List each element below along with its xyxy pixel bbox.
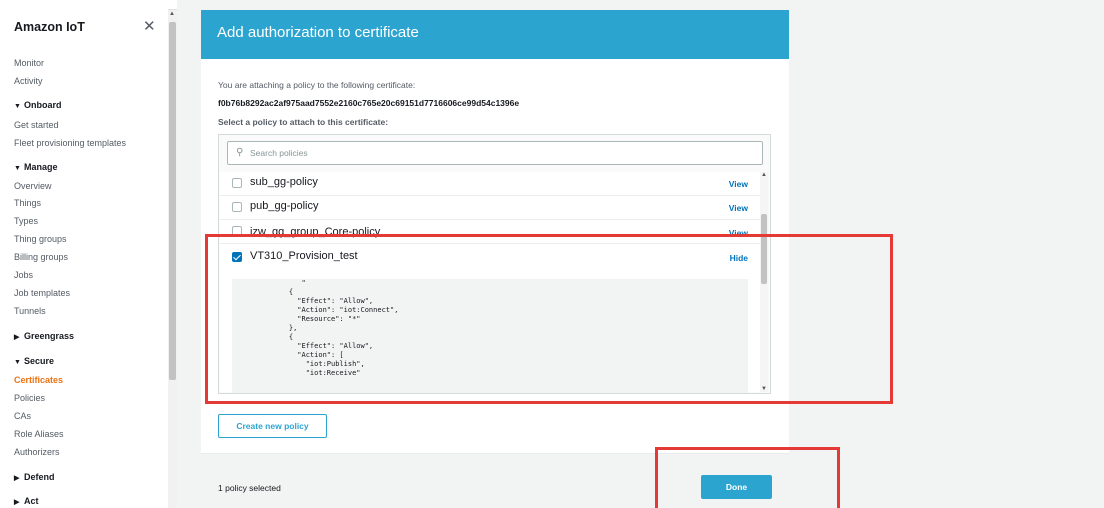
sidebar-scrollbar[interactable]: ▲ [168, 10, 177, 508]
sidebar-section-label: Onboard [24, 100, 62, 110]
policy-checkbox[interactable] [232, 226, 242, 236]
sidebar-item-certificates[interactable]: Certificates [14, 375, 63, 385]
scrollbar-thumb[interactable] [169, 22, 176, 380]
policy-name: pub_gg-policy [250, 200, 319, 212]
scroll-up-arrow-icon[interactable]: ▲ [761, 172, 767, 178]
sidebar-section-secure[interactable]: ▼ Secure [14, 356, 54, 366]
modal-header: Add authorization to certificate [201, 10, 789, 59]
attaching-text: You are attaching a policy to the follow… [218, 80, 416, 90]
sidebar-section-label: Secure [24, 356, 55, 366]
triangle-right-icon: ▶ [14, 475, 20, 482]
sidebar-item-role-aliases[interactable]: Role Aliases [14, 429, 64, 439]
sidebar-section-act[interactable]: ▶ Act [14, 496, 39, 506]
sidebar-section-onboard[interactable]: ▼ Onboard [14, 100, 62, 110]
search-field[interactable]: ⚲ [227, 141, 763, 165]
hide-link[interactable]: Hide [730, 253, 748, 263]
policy-name: VT310_Provision_test [250, 250, 358, 262]
footer-status: 1 policy selected [218, 483, 281, 493]
sidebar-item-activity[interactable]: Activity [14, 76, 43, 86]
triangle-down-icon: ▼ [14, 103, 21, 110]
sidebar-item-types[interactable]: Types [14, 216, 38, 226]
policy-list-box: ⚲ sub_gg-policy View pub_gg-policy View … [218, 134, 771, 394]
view-link[interactable]: View [729, 228, 748, 238]
triangle-right-icon: ▶ [14, 499, 20, 506]
triangle-right-icon: ▶ [14, 334, 20, 341]
sidebar-item-get-started[interactable]: Get started [14, 120, 59, 130]
policy-name: izw_gg_group_Core-policy [250, 226, 381, 238]
policy-list-scrollbar[interactable]: ▲ ▼ [760, 172, 768, 392]
policy-row[interactable]: pub_gg-policy View [220, 196, 760, 220]
sidebar-item-fleet-provisioning-templates[interactable]: Fleet provisioning templates [14, 138, 126, 148]
sidebar-item-billing-groups[interactable]: Billing groups [14, 252, 68, 262]
sidebar-item-cas[interactable]: CAs [14, 411, 31, 421]
search-input[interactable] [250, 146, 750, 160]
select-policy-text: Select a policy to attach to this certif… [218, 117, 389, 127]
scrollbar-thumb[interactable] [761, 214, 767, 284]
policy-document-json: " { "Effect": "Allow", "Action": "iot:Co… [232, 279, 748, 393]
policy-name: sub_gg-policy [250, 176, 318, 188]
sidebar-item-jobs[interactable]: Jobs [14, 270, 33, 280]
sidebar-item-thing-groups[interactable]: Thing groups [14, 234, 67, 244]
certificate-id: f0b76b8292ac2af975aad7552e2160c765e20c69… [218, 98, 520, 108]
scroll-up-arrow-icon[interactable]: ▲ [169, 11, 175, 17]
policy-checkbox[interactable] [232, 202, 242, 212]
sidebar-item-tunnels[interactable]: Tunnels [14, 306, 46, 316]
sidebar-section-manage[interactable]: ▼ Manage [14, 162, 58, 172]
policy-row[interactable]: sub_gg-policy View [220, 172, 760, 196]
view-link[interactable]: View [729, 179, 748, 189]
triangle-down-icon: ▼ [14, 359, 21, 366]
policy-row[interactable]: izw_gg_group_Core-policy View [220, 220, 760, 244]
triangle-down-icon: ▼ [14, 165, 21, 172]
scroll-down-arrow-icon[interactable]: ▼ [761, 386, 767, 392]
modal-title: Add authorization to certificate [217, 24, 419, 41]
sidebar-item-job-templates[interactable]: Job templates [14, 288, 70, 298]
done-button[interactable]: Done [701, 475, 772, 499]
sidebar-title: Amazon IoT [14, 20, 85, 34]
policy-checkbox[interactable] [232, 178, 242, 188]
sidebar-item-authorizers[interactable]: Authorizers [14, 447, 60, 457]
close-icon[interactable]: ✕ [143, 17, 156, 35]
sidebar-item-policies[interactable]: Policies [14, 393, 45, 403]
sidebar: Amazon IoT ✕ Monitor Activity ▼ Onboard G… [0, 0, 168, 508]
search-icon: ⚲ [236, 147, 244, 158]
sidebar-section-label: Greengrass [24, 331, 75, 341]
sidebar-section-defend[interactable]: ▶ Defend [14, 472, 55, 482]
sidebar-item-monitor[interactable]: Monitor [14, 58, 44, 68]
sidebar-section-label: Manage [24, 162, 58, 172]
create-new-policy-button[interactable]: Create new policy [218, 414, 327, 438]
sidebar-item-things[interactable]: Things [14, 198, 41, 208]
sidebar-section-label: Defend [24, 472, 55, 482]
sidebar-section-greengrass[interactable]: ▶ Greengrass [14, 331, 74, 341]
view-link[interactable]: View [729, 203, 748, 213]
sidebar-item-overview[interactable]: Overview [14, 181, 52, 191]
policy-checkbox-checked[interactable] [232, 252, 242, 262]
sidebar-section-label: Act [24, 496, 39, 506]
